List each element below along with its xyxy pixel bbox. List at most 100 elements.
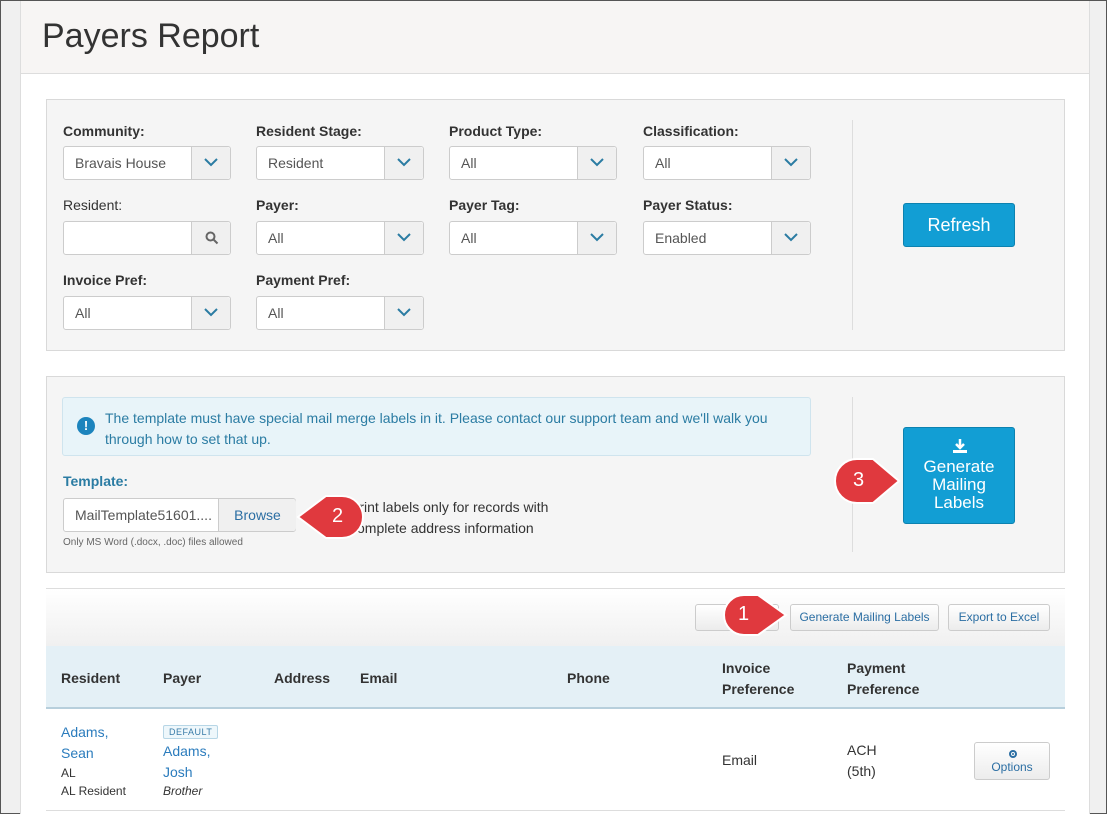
chevron-down-icon[interactable] xyxy=(191,297,230,329)
col-invoice-line-2: Preference xyxy=(722,681,795,697)
callout-2-number: 2 xyxy=(332,505,344,527)
product-type-value: All xyxy=(461,155,477,171)
product-type-select[interactable]: All xyxy=(449,146,617,180)
template-hint: Only MS Word (.docx, .doc) files allowed xyxy=(63,537,243,548)
payer-last: Josh xyxy=(163,764,193,780)
col-invoice-preference[interactable]: Invoice Preference xyxy=(722,658,794,700)
col-payment-line-2: Preference xyxy=(847,681,920,697)
report-panel: Payers Report Community: Bravais House R… xyxy=(20,1,1090,814)
invoice-pref-cell: Email xyxy=(722,752,758,768)
browse-button[interactable]: Browse xyxy=(218,499,296,531)
payer-relation: Brother xyxy=(163,784,203,798)
export-to-excel-button[interactable]: Export to Excel xyxy=(948,604,1050,631)
generate-label-line-1: Generate xyxy=(923,457,995,476)
community-value: Bravais House xyxy=(75,155,167,171)
callout-1-number: 1 xyxy=(738,603,750,625)
template-info-alert: ! The template must have special mail me… xyxy=(62,397,811,456)
chevron-down-icon[interactable] xyxy=(771,222,810,254)
search-icon[interactable] xyxy=(191,222,230,254)
window-frame: Payers Report Community: Bravais House R… xyxy=(0,0,1107,814)
col-invoice-line-1: Invoice xyxy=(722,660,771,676)
resident-link[interactable]: Adams, Sean xyxy=(61,722,108,764)
default-badge: DEFAULT xyxy=(163,725,219,739)
col-payment-preference[interactable]: Payment Preference xyxy=(847,658,919,700)
alert-text: The template must have special mail merg… xyxy=(105,410,768,447)
payer-select[interactable]: All xyxy=(256,221,424,255)
classification-value: All xyxy=(655,155,671,171)
payment-pref-label: Payment Pref: xyxy=(256,272,351,288)
col-resident[interactable]: Resident xyxy=(61,670,120,686)
download-icon xyxy=(953,439,967,453)
template-label: Template: xyxy=(63,473,129,489)
col-address[interactable]: Address xyxy=(274,670,330,686)
info-icon: ! xyxy=(77,417,95,435)
resident-search-input[interactable] xyxy=(63,221,231,255)
chevron-down-icon[interactable] xyxy=(384,222,423,254)
page-title: Payers Report xyxy=(42,17,260,55)
payer-link[interactable]: Adams, Josh xyxy=(163,741,210,783)
resident-first: Adams, xyxy=(61,724,109,740)
resident-last: Sean xyxy=(61,745,94,761)
invoice-pref-label: Invoice Pref: xyxy=(63,272,148,288)
payer-first: Adams, xyxy=(163,743,211,759)
table-row: Adams, Sean AL AL Resident DEFAULT Adams… xyxy=(46,711,1065,811)
col-email[interactable]: Email xyxy=(360,670,397,686)
resident-code: AL xyxy=(61,766,76,780)
refresh-button[interactable]: Refresh xyxy=(903,203,1015,247)
payment-pref-select[interactable]: All xyxy=(256,296,424,330)
options-button[interactable]: Options xyxy=(974,742,1050,780)
resident-label: Resident: xyxy=(63,197,123,213)
callout-3: 3 xyxy=(833,457,903,510)
community-label: Community: xyxy=(63,123,145,139)
invoice-pref-select[interactable]: All xyxy=(63,296,231,330)
generate-label-line-2: Mailing xyxy=(932,475,986,494)
payment-pref-value: All xyxy=(268,305,284,321)
chevron-down-icon[interactable] xyxy=(577,222,616,254)
callout-2: 2 xyxy=(296,494,366,545)
page-header: Payers Report xyxy=(21,1,1089,74)
chevron-down-icon[interactable] xyxy=(577,147,616,179)
col-payment-line-1: Payment xyxy=(847,660,906,676)
complete-address-checkbox-label[interactable]: Print labels only for records with compl… xyxy=(350,497,560,539)
resident-stage-value: Resident xyxy=(268,155,324,171)
payer-status-select[interactable]: Enabled xyxy=(643,221,811,255)
generate-mailing-labels-toolbar-button[interactable]: Generate Mailing Labels xyxy=(790,604,939,631)
payment-pref-line-1: ACH xyxy=(847,742,877,758)
community-select[interactable]: Bravais House xyxy=(63,146,231,180)
filter-panel: Community: Bravais House Resident Stage:… xyxy=(46,99,1065,351)
payer-status-value: Enabled xyxy=(655,230,707,246)
mailing-labels-panel: ! The template must have special mail me… xyxy=(46,376,1065,573)
table-toolbar: Print Generate Mailing Labels Export to … xyxy=(46,588,1065,646)
template-file-value: MailTemplate51601.... xyxy=(75,507,212,523)
template-file-input[interactable]: MailTemplate51601.... Browse xyxy=(63,498,296,532)
payment-pref-line-2: (5th) xyxy=(847,763,876,779)
classification-label: Classification: xyxy=(643,123,739,139)
payer-value: All xyxy=(268,230,284,246)
generate-label-line-3: Labels xyxy=(933,493,985,512)
chevron-down-icon[interactable] xyxy=(384,147,423,179)
invoice-pref-value: All xyxy=(75,305,91,321)
filter-divider xyxy=(852,120,853,330)
options-label: Options xyxy=(991,760,1033,774)
payer-tag-label: Payer Tag: xyxy=(449,197,520,213)
chevron-down-icon[interactable] xyxy=(191,147,230,179)
product-type-label: Product Type: xyxy=(449,123,543,139)
resident-stage-label: Resident Stage: xyxy=(256,123,362,139)
payment-pref-cell: ACH (5th) xyxy=(847,740,877,782)
classification-select[interactable]: All xyxy=(643,146,811,180)
resident-stage-select[interactable]: Resident xyxy=(256,146,424,180)
resident-type: AL Resident xyxy=(61,784,126,798)
col-phone[interactable]: Phone xyxy=(567,670,610,686)
callout-1: 1 xyxy=(722,593,788,642)
col-payer[interactable]: Payer xyxy=(163,670,201,686)
callout-3-number: 3 xyxy=(853,469,865,491)
payer-label: Payer: xyxy=(256,197,299,213)
gear-icon xyxy=(1009,750,1017,758)
chevron-down-icon[interactable] xyxy=(384,297,423,329)
payer-tag-select[interactable]: All xyxy=(449,221,617,255)
payer-status-label: Payer Status: xyxy=(643,197,733,213)
chevron-down-icon[interactable] xyxy=(771,147,810,179)
payer-tag-value: All xyxy=(461,230,477,246)
table-header: Resident Payer Address Email Phone Invoi… xyxy=(46,646,1065,709)
generate-mailing-labels-button[interactable]: Generate Mailing Labels xyxy=(903,427,1015,524)
